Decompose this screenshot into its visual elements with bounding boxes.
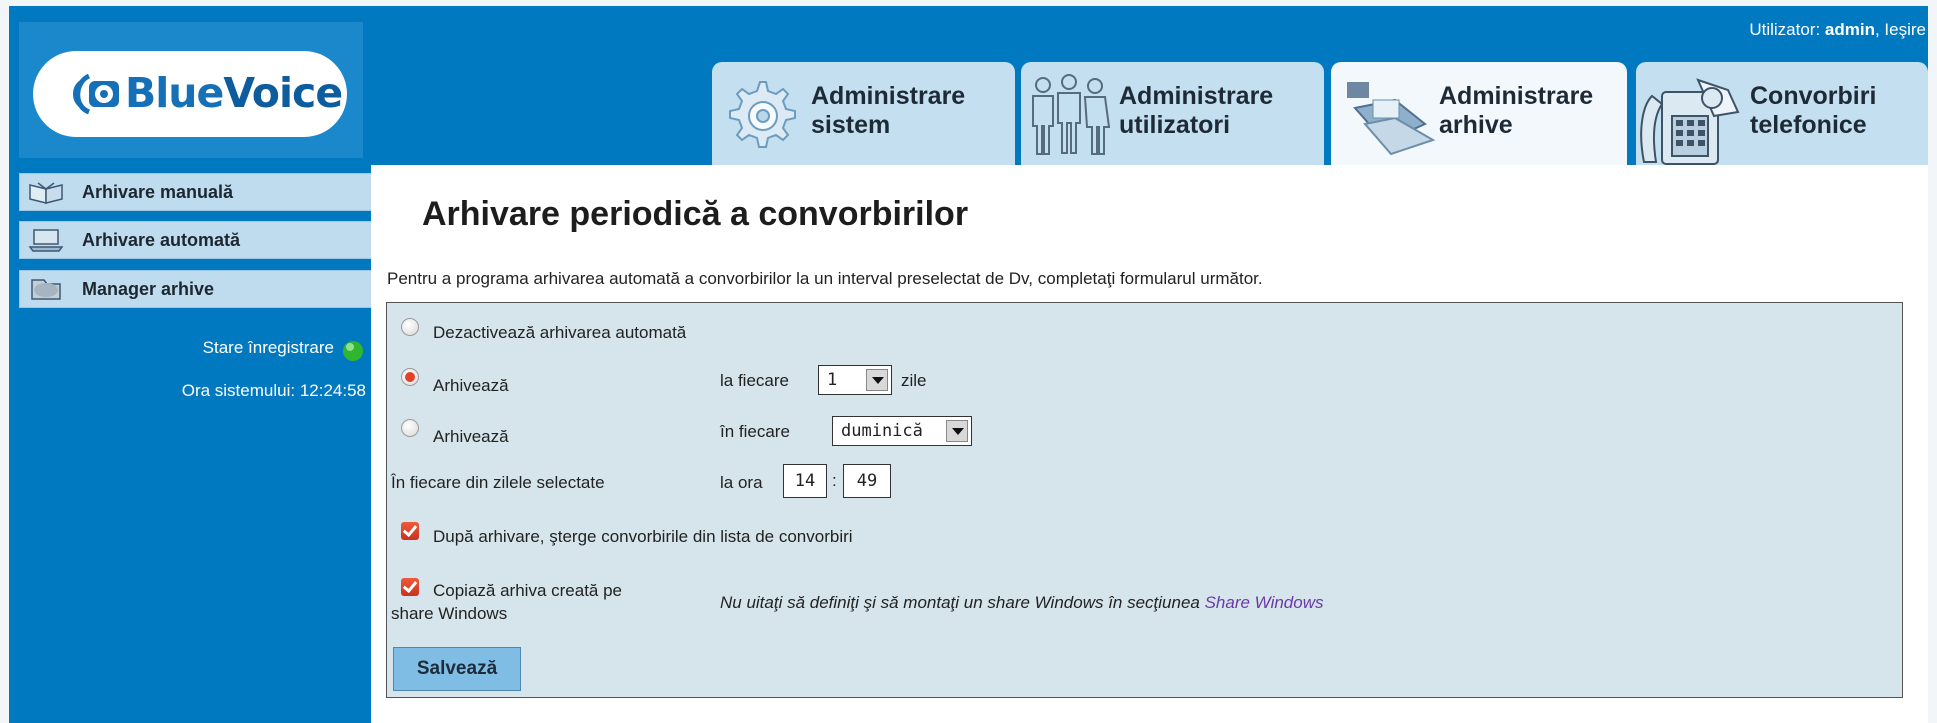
sidebar-item-manual-archive[interactable]: Arhivare manuală [19,173,377,211]
user-separator: , [1874,20,1885,39]
radio-archive-weekday[interactable] [401,419,419,437]
interval-days-value: 1 [827,370,838,390]
copy-to-share-label-line2: share Windows [391,604,508,623]
tab-line2: arhive [1439,111,1513,139]
weekday-prefix: în fiecare [720,422,790,441]
tab-archive-admin[interactable]: Administrare arhive [1331,62,1627,169]
interval-days-select[interactable]: 1 [818,365,892,395]
tab-line2: sistem [811,111,891,139]
days-suffix: zile [901,371,927,390]
page-title: Arhivare periodică a convorbirilor [422,195,969,233]
tab-line2: telefonice [1750,111,1867,139]
time-row-label: În fiecare din zilele selectate [391,473,605,492]
sidebar-item-label: Arhivare manuală [82,182,234,202]
tab-line1: Administrare [1439,82,1594,110]
disable-auto-archive-label: Dezactivează arhivarea automată [433,323,687,342]
sidebar-item-label: Manager arhive [82,279,215,299]
username: admin [1824,20,1875,39]
archive-weekday-label: Arhivează [433,427,509,446]
time-prefix: la ora [720,473,763,492]
tab-user-admin-label: Administrare utilizatori [1119,82,1273,140]
logout-link[interactable]: Ieşire [1884,20,1926,39]
archive-every-label: Arhivează [433,376,509,395]
logo-text-blue: Blue [125,69,224,117]
dropdown-arrow-icon [946,420,968,442]
tab-user-admin[interactable]: Administrare utilizatori [1021,62,1324,169]
recording-status-label: Stare înregistrare [202,338,334,357]
share-note: Nu uitaţi să definiţi şi să montaţi un s… [720,593,1324,613]
logo-text-voice: Voice [223,69,343,117]
status-indicator-icon [343,341,363,361]
logo-text: BlueVoice [125,68,343,118]
radio-disable-auto-archive[interactable] [401,318,419,336]
tab-line2: utilizatori [1119,111,1231,139]
archive-schedule-form: Dezactivează arhivarea automată Arhiveaz… [386,302,1903,698]
weekday-select[interactable]: duminică [832,416,972,446]
checkbox-copy-to-share[interactable] [401,578,419,596]
hour-input[interactable]: 14 [783,464,827,498]
folder-icon [31,279,61,300]
dropdown-arrow-icon [866,369,888,391]
tab-line1: Administrare [811,82,966,110]
system-time-value: 12:24:58 [299,381,366,400]
book-icon [29,182,63,204]
every-prefix: la fiecare [720,371,789,390]
phone-icon [1640,78,1740,165]
main-content: Arhivare periodică a convorbirilor Pentr… [371,165,1928,723]
logo-area: BlueVoice [19,22,363,158]
archive-icon [1347,82,1436,156]
delete-after-archive-label: După arhivare, şterge convorbirile din l… [433,527,853,546]
radio-archive-every-n-days[interactable] [401,368,419,386]
checkbox-delete-after-archive[interactable] [401,522,419,540]
user-label: Utilizator: [1749,20,1825,39]
share-windows-link[interactable]: Share Windows [1205,593,1324,612]
copy-to-share-label-line1: Copiază arhiva creată pe [433,581,623,600]
system-time-label: Ora sistemului: [181,381,300,400]
save-button[interactable]: Salvează [393,647,521,691]
user-bar: Utilizator: admin, Ieşire [1749,20,1926,40]
users-icon [1032,74,1111,155]
tab-line1: Convorbiri [1750,82,1877,110]
tab-phone-calls-label: Convorbiri telefonice [1750,82,1876,140]
sidebar-item-archive-manager[interactable]: Manager arhive [19,270,377,308]
logo[interactable]: BlueVoice [33,51,347,137]
app-frame: BlueVoice Utilizator: admin, Ieşire Admi… [9,6,1928,723]
share-note-text: Nu uitaţi să definiţi şi să montaţi un s… [720,593,1205,612]
tab-archive-admin-label: Administrare arhive [1439,82,1593,140]
tab-phone-calls[interactable]: Convorbiri telefonice [1636,62,1928,169]
sidebar-item-label: Arhivare automată [82,230,241,250]
laptop-icon [28,229,64,252]
bluevoice-logo-icon [73,73,119,115]
system-time: Ora sistemului: 12:24:58 [182,381,366,401]
time-separator: : [832,471,837,490]
minute-input[interactable]: 49 [843,464,891,498]
weekday-value: duminică [841,421,923,441]
intro-text: Pentru a programa arhivarea automată a c… [387,269,1263,288]
tab-system-admin[interactable]: Administrare sistem [712,62,1015,169]
tab-system-admin-label: Administrare sistem [811,82,965,140]
recording-status: Stare înregistrare [203,338,334,358]
sidebar-item-auto-archive[interactable]: Arhivare automată [19,221,377,259]
tab-line1: Administrare [1119,82,1274,110]
gear-icon [729,81,796,148]
